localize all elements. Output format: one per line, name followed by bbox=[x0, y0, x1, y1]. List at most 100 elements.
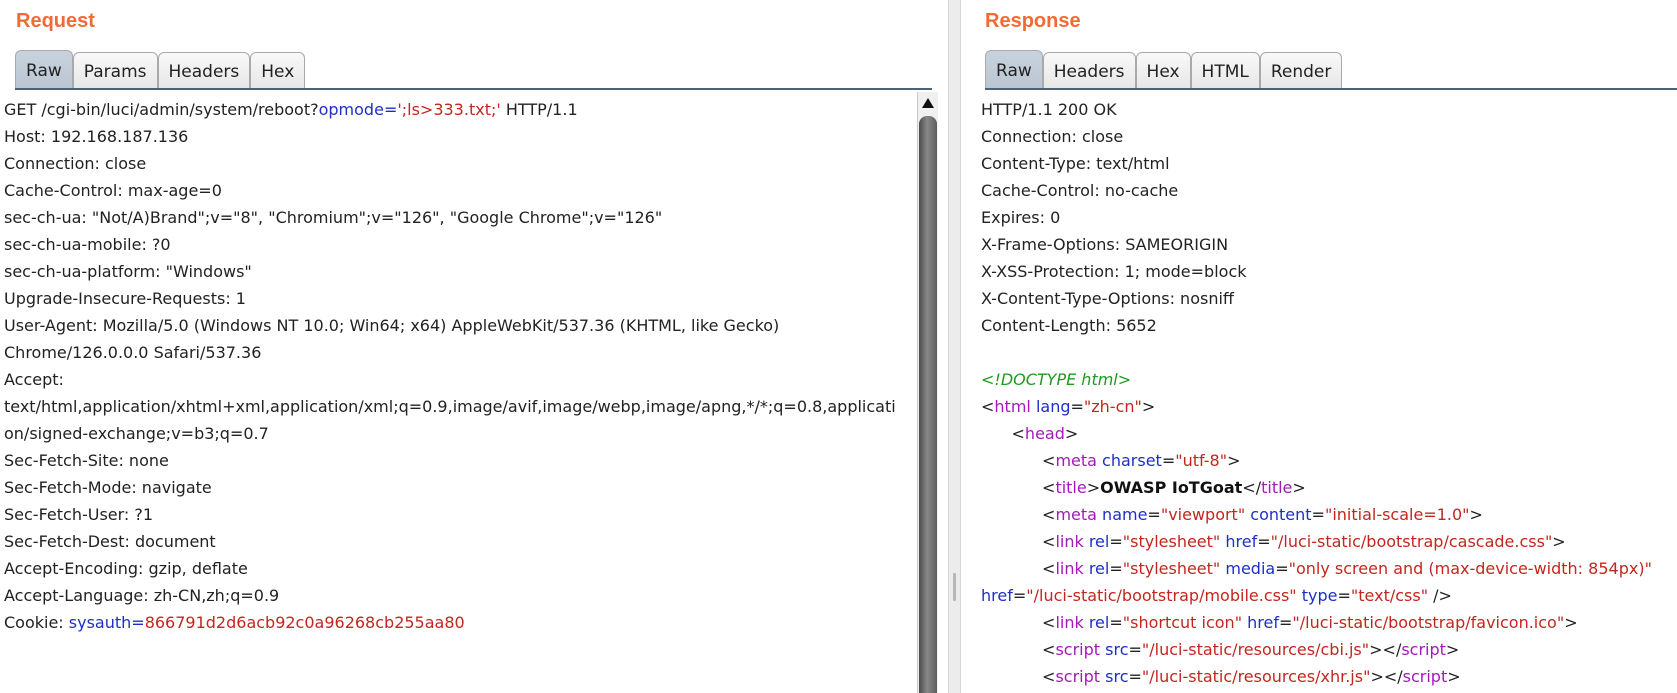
request-line: Sec-Fetch-User: ?1 bbox=[4, 501, 896, 528]
text-segment: link bbox=[1055, 613, 1084, 632]
text-segment: meta bbox=[1055, 505, 1097, 524]
response-line: X-Content-Type-Options: nosniff bbox=[981, 285, 1652, 312]
response-tab-hex[interactable]: Hex bbox=[1135, 52, 1191, 90]
request-line: on/signed-exchange;v=b3;q=0.7 bbox=[4, 420, 896, 447]
text-segment: Cookie: bbox=[4, 613, 69, 632]
text-segment: X-Frame-Options: SAMEORIGIN bbox=[981, 235, 1229, 254]
text-segment: sysauth bbox=[68, 613, 132, 632]
text-segment: "/luci-static/bootstrap/mobile.css" bbox=[1026, 586, 1297, 605]
request-tab-headers[interactable]: Headers bbox=[157, 52, 251, 90]
scroll-thumb[interactable] bbox=[919, 116, 937, 693]
text-segment: "shortcut icon" bbox=[1122, 613, 1243, 632]
text-segment: = bbox=[1128, 667, 1142, 686]
text-segment: > bbox=[1086, 478, 1101, 497]
request-line: Connection: close bbox=[4, 150, 896, 177]
text-segment: script bbox=[1402, 667, 1448, 686]
response-line bbox=[981, 339, 1652, 366]
text-segment: = bbox=[1257, 532, 1271, 551]
text-segment: charset bbox=[1102, 451, 1162, 470]
text-segment: Host: 192.168.187.136 bbox=[4, 127, 189, 146]
response-tab-render[interactable]: Render bbox=[1259, 52, 1343, 90]
text-segment: = bbox=[1311, 505, 1325, 524]
response-tab-html[interactable]: HTML bbox=[1190, 52, 1260, 90]
text-segment: title bbox=[1055, 478, 1087, 497]
response-line: <!DOCTYPE html> bbox=[981, 366, 1652, 393]
text-segment: sec-ch-ua-mobile: ?0 bbox=[4, 235, 171, 254]
request-text[interactable]: GET /cgi-bin/luci/admin/system/reboot?op… bbox=[4, 96, 896, 636]
text-segment: > bbox=[1447, 667, 1461, 686]
text-segment: = bbox=[1275, 559, 1289, 578]
text-segment: = bbox=[1109, 532, 1123, 551]
response-text[interactable]: HTTP/1.1 200 OK Connection: close Content-… bbox=[981, 96, 1652, 690]
text-segment: <!DOCTYPE html> bbox=[981, 370, 1132, 389]
text-segment: "viewport" bbox=[1160, 505, 1246, 524]
text-segment: "/luci-static/resources/cbi.js" bbox=[1141, 640, 1370, 659]
text-segment: = bbox=[1128, 640, 1142, 659]
request-tab-params[interactable]: Params bbox=[72, 52, 158, 90]
text-segment: < bbox=[981, 613, 1056, 632]
request-panel: Request Raw Params Headers Hex GET /cgi-bin… bbox=[0, 0, 948, 693]
text-segment: Accept-Language: zh-CN,zh;q=0.9 bbox=[4, 586, 280, 605]
text-segment: = bbox=[1161, 451, 1176, 470]
response-line: Content-Type: text/html bbox=[981, 150, 1652, 177]
request-line: Accept-Language: zh-CN,zh;q=0.9 bbox=[4, 582, 896, 609]
scroll-up-arrow-icon[interactable] bbox=[922, 98, 934, 108]
text-segment: Sec-Fetch-Dest: document bbox=[4, 532, 216, 551]
request-scrollbar[interactable] bbox=[917, 92, 938, 693]
text-segment: = bbox=[131, 613, 145, 632]
text-segment: < bbox=[981, 505, 1056, 524]
text-segment: = bbox=[1109, 613, 1123, 632]
text-segment: </ bbox=[1242, 478, 1262, 497]
text-segment: type bbox=[1301, 586, 1338, 605]
text-segment: media bbox=[1225, 559, 1276, 578]
text-segment: href bbox=[1225, 532, 1258, 551]
response-tab-headers[interactable]: Headers bbox=[1042, 52, 1136, 90]
text-segment: "stylesheet" bbox=[1122, 559, 1221, 578]
response-line: Content-Length: 5652 bbox=[981, 312, 1652, 339]
text-segment: > bbox=[1564, 613, 1578, 632]
response-line: <script src="/luci-static/resources/xhr.… bbox=[981, 663, 1652, 690]
text-segment: lang bbox=[1035, 397, 1071, 416]
text-segment: Sec-Fetch-User: ?1 bbox=[4, 505, 154, 524]
text-segment: HTTP/1.1 200 OK bbox=[981, 100, 1117, 119]
text-segment: = bbox=[1337, 586, 1351, 605]
text-segment: "zh-cn" bbox=[1083, 397, 1142, 416]
text-segment: opmode bbox=[318, 100, 384, 119]
request-tab-hex[interactable]: Hex bbox=[250, 52, 306, 90]
response-line: <html lang="zh-cn"> bbox=[981, 393, 1652, 420]
panel-splitter[interactable] bbox=[948, 0, 961, 693]
response-line: HTTP/1.1 200 OK bbox=[981, 96, 1652, 123]
response-line: <meta charset="utf-8"> bbox=[981, 447, 1652, 474]
text-segment: = bbox=[1070, 397, 1084, 416]
request-line: Sec-Fetch-Dest: document bbox=[4, 528, 896, 555]
text-segment: "/luci-static/bootstrap/cascade.css" bbox=[1270, 532, 1553, 551]
text-segment: "utf-8" bbox=[1175, 451, 1228, 470]
text-segment: Content-Type: text/html bbox=[981, 154, 1170, 173]
response-tab-raw[interactable]: Raw bbox=[985, 50, 1043, 90]
text-segment: rel bbox=[1088, 532, 1110, 551]
text-segment: html bbox=[994, 397, 1031, 416]
text-segment: rel bbox=[1088, 613, 1110, 632]
text-segment: = bbox=[383, 100, 398, 119]
text-segment: < bbox=[981, 478, 1056, 497]
response-editor[interactable]: HTTP/1.1 200 OK Connection: close Content-… bbox=[969, 92, 1677, 693]
text-segment: X-Content-Type-Options: nosniff bbox=[981, 289, 1234, 308]
text-segment: ';ls>333.txt;' bbox=[397, 100, 501, 119]
response-line: X-Frame-Options: SAMEORIGIN bbox=[981, 231, 1652, 258]
text-segment: > bbox=[1469, 505, 1483, 524]
splitter-grip-icon[interactable] bbox=[953, 573, 956, 601]
text-segment: Connection: close bbox=[4, 154, 147, 173]
text-segment: script bbox=[1055, 667, 1101, 686]
request-line: sec-ch-ua-platform: "Windows" bbox=[4, 258, 896, 285]
request-tab-raw[interactable]: Raw bbox=[15, 50, 73, 90]
request-editor[interactable]: GET /cgi-bin/luci/admin/system/reboot?op… bbox=[0, 92, 948, 693]
text-segment: ></ bbox=[1369, 640, 1402, 659]
text-segment: = bbox=[1147, 505, 1161, 524]
text-segment: Accept: bbox=[4, 370, 64, 389]
request-tab-bar: Raw Params Headers Hex bbox=[15, 50, 306, 90]
text-segment: "/luci-static/resources/xhr.js" bbox=[1141, 667, 1371, 686]
request-line: Sec-Fetch-Site: none bbox=[4, 447, 896, 474]
response-panel: Response Raw Headers Hex HTML Render HTTP/1.… bbox=[961, 0, 1677, 693]
text-segment: > bbox=[1445, 640, 1460, 659]
text-segment: 866791d2d6acb92c0a96268cb255aa80 bbox=[144, 613, 465, 632]
